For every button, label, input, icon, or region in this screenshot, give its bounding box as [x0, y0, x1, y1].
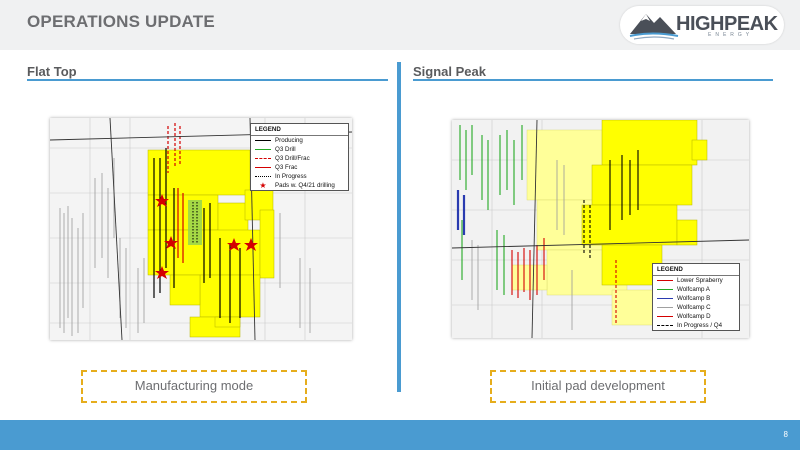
- legend-item-wolfcamp-d: Wolfcamp D: [653, 312, 739, 321]
- mountain-logo-icon: [629, 14, 679, 40]
- legend-item-lower-spraberry: Lower Spraberry: [653, 276, 739, 285]
- section-title-flat-top: Flat Top: [27, 64, 77, 79]
- footer-bar: 8: [0, 420, 800, 450]
- legend-label: Wolfcamp A: [677, 286, 710, 293]
- section-divider: [397, 62, 401, 392]
- legend-item-pads: ★ Pads w. Q4/21 drilling: [251, 181, 348, 190]
- legend-item-q3-frac: Q3 Frac: [251, 163, 348, 172]
- section-title-signal-peak: Signal Peak: [413, 64, 486, 79]
- logo-subtext: ENERGY: [708, 32, 754, 38]
- legend-label: Producing: [275, 137, 303, 144]
- legend-item-q3-drill-frac: Q3 Drill/Frac: [251, 154, 348, 163]
- section-underline-right: [413, 79, 773, 81]
- signal-peak-map: LEGEND Lower Spraberry Wolfcamp A Wolfca…: [452, 120, 749, 338]
- star-icon: ★: [259, 181, 267, 190]
- legend-item-wolfcamp-a: Wolfcamp A: [653, 285, 739, 294]
- page-title: OPERATIONS UPDATE: [27, 12, 215, 31]
- callout-manufacturing-mode: Manufacturing mode: [81, 370, 307, 403]
- legend-label: In Progress: [275, 173, 307, 180]
- flat-top-legend: LEGEND Producing Q3 Drill Q3 Drill/Frac …: [250, 123, 349, 191]
- legend-label: Wolfcamp D: [677, 313, 711, 320]
- flat-top-map: LEGEND Producing Q3 Drill Q3 Drill/Frac …: [50, 118, 352, 340]
- legend-heading: LEGEND: [251, 124, 348, 136]
- legend-label: Q3 Frac: [275, 164, 298, 171]
- legend-item-wolfcamp-c: Wolfcamp C: [653, 303, 739, 312]
- legend-item-q3-drill: Q3 Drill: [251, 145, 348, 154]
- legend-label: In Progress / Q4: [677, 322, 723, 329]
- legend-label: Q3 Drill/Frac: [275, 155, 310, 162]
- legend-item-producing: Producing: [251, 136, 348, 145]
- legend-item-in-progress: In Progress: [251, 172, 348, 181]
- legend-heading: LEGEND: [653, 264, 739, 276]
- callout-initial-pad-development: Initial pad development: [490, 370, 706, 403]
- legend-label: Lower Spraberry: [677, 277, 723, 284]
- legend-item-in-progress-q4: In Progress / Q4: [653, 321, 739, 330]
- signal-peak-legend: LEGEND Lower Spraberry Wolfcamp A Wolfca…: [652, 263, 740, 331]
- legend-label: Wolfcamp B: [677, 295, 711, 302]
- legend-label: Pads w. Q4/21 drilling: [275, 182, 335, 189]
- legend-label: Wolfcamp C: [677, 304, 711, 311]
- legend-label: Q3 Drill: [275, 146, 296, 153]
- section-underline-left: [27, 79, 388, 81]
- page-number: 8: [783, 430, 788, 439]
- legend-item-wolfcamp-b: Wolfcamp B: [653, 294, 739, 303]
